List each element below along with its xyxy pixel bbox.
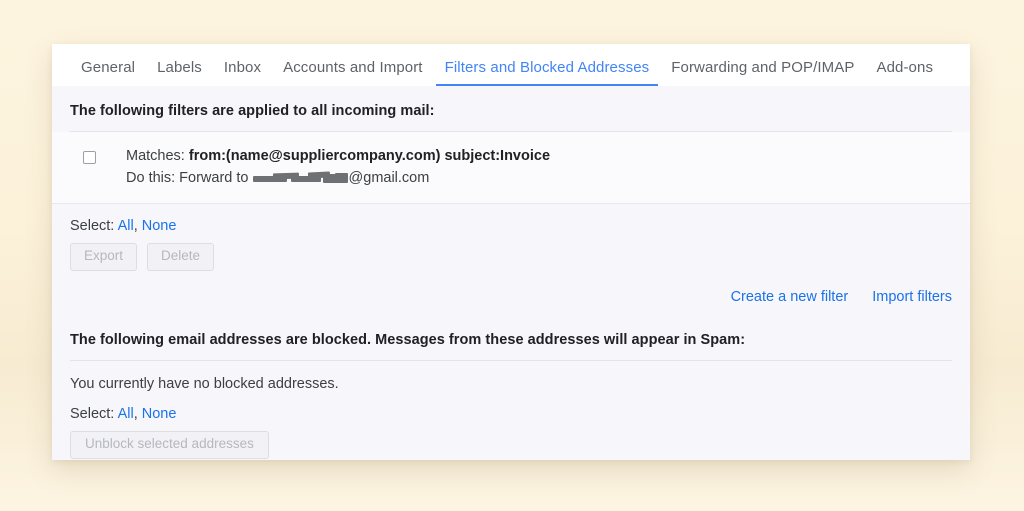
unblock-selected-addresses-button[interactable]: Unblock selected addresses	[70, 430, 269, 459]
table-row: Matches: from:(name@suppliercompany.com)…	[52, 132, 970, 204]
blocked-button-row: Unblock selected addresses	[52, 422, 970, 459]
filters-select-separator: ,	[133, 218, 138, 234]
settings-card: General Labels Inbox Accounts and Import…	[52, 44, 970, 460]
filter-row-checkbox-cell	[52, 145, 126, 164]
blocked-select-none-link[interactable]: None	[142, 406, 177, 422]
tab-forwarding-and-pop-imap[interactable]: Forwarding and POP/IMAP	[660, 44, 865, 86]
tab-add-ons[interactable]: Add-ons	[865, 44, 944, 86]
filters-button-row: Export Delete	[52, 234, 970, 271]
tab-accounts-and-import[interactable]: Accounts and Import	[272, 44, 433, 86]
filter-matches-label: Matches:	[126, 148, 185, 164]
filter-action-email-domain: @gmail.com	[348, 170, 430, 186]
tab-general[interactable]: General	[70, 44, 146, 86]
delete-button[interactable]: Delete	[147, 243, 215, 271]
blocked-select-label: Select:	[70, 405, 115, 422]
tab-filters-and-blocked-addresses[interactable]: Filters and Blocked Addresses	[434, 44, 661, 86]
blocked-select-row: Select: All, None	[52, 392, 970, 422]
no-blocked-addresses-message: You currently have no blocked addresses.	[70, 375, 339, 392]
filter-row-details: Matches: from:(name@suppliercompany.com)…	[126, 145, 550, 189]
filter-action-line: Do this: Forward to @gmail.com	[126, 167, 550, 189]
blocked-select-all-link[interactable]: All	[118, 406, 134, 422]
filters-select-label: Select:	[70, 218, 115, 234]
import-filters-link[interactable]: Import filters	[872, 289, 952, 305]
export-button[interactable]: Export	[70, 243, 138, 271]
page-background: General Labels Inbox Accounts and Import…	[0, 0, 1024, 511]
create-a-new-filter-link[interactable]: Create a new filter	[731, 289, 849, 305]
filter-row-checkbox[interactable]	[82, 151, 96, 164]
filter-matches-line: Matches: from:(name@suppliercompany.com)…	[126, 145, 550, 167]
blocked-select-separator: ,	[133, 405, 138, 422]
filter-matches-value: from:(name@suppliercompany.com) subject:…	[188, 148, 551, 164]
tab-inbox[interactable]: Inbox	[213, 44, 272, 86]
filters-select-all-link[interactable]: All	[118, 218, 134, 234]
filters-section-heading: The following filters are applied to all…	[70, 103, 435, 119]
filters-select-row: Select: All, None	[52, 204, 970, 234]
settings-tab-bar: General Labels Inbox Accounts and Import…	[52, 44, 970, 86]
blocked-section-heading: The following email addresses are blocke…	[70, 331, 746, 348]
redacted-email-local-part	[252, 171, 349, 184]
filter-action-label: Do this: Forward to	[126, 170, 249, 186]
filters-select-none-link[interactable]: None	[142, 218, 177, 234]
filters-actions-row: Create a new filter Import filters	[52, 271, 970, 305]
settings-content: The following filters are applied to all…	[52, 86, 970, 460]
tab-labels[interactable]: Labels	[146, 44, 213, 86]
